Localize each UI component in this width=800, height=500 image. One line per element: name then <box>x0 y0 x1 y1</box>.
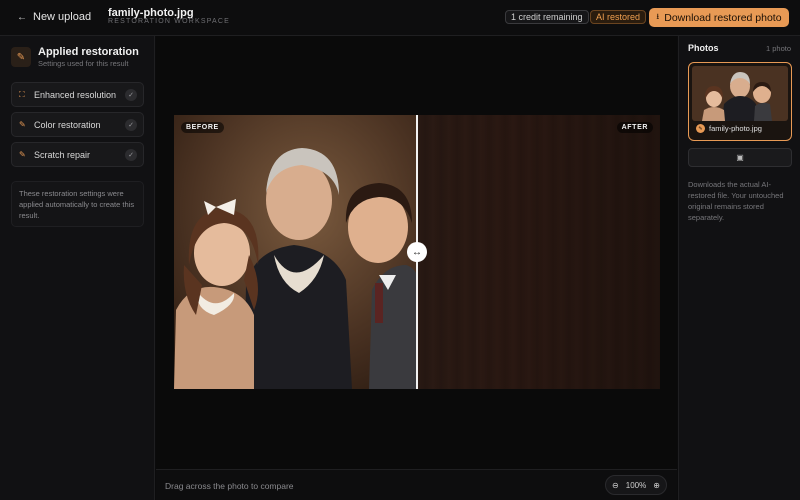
settings-note: These restoration settings were applied … <box>11 181 144 227</box>
repair-wand-icon: ✎ <box>19 150 26 159</box>
download-icon: ⭳ <box>656 11 660 21</box>
arrows-horizontal-icon: ↔ <box>412 246 422 258</box>
photos-title: Photos <box>688 43 719 53</box>
before-after-photo[interactable]: BEFORE AFTER ↔ <box>174 115 660 389</box>
image-action-button[interactable]: ▣ <box>688 148 792 167</box>
restoration-sidebar: ✎ Applied restoration Settings used for … <box>0 36 155 500</box>
setting-scratch-repair: ✎ Scratch repair ✓ <box>11 142 144 167</box>
check-icon: ✓ <box>125 118 137 131</box>
restored-dot-icon: ✎ <box>696 124 705 133</box>
workspace-label: RESTORATION WORKSPACE <box>108 18 231 25</box>
zoom-in-icon[interactable]: ⊕ <box>653 481 660 490</box>
check-icon: ✓ <box>125 148 137 161</box>
download-restored-button[interactable]: ⭳ Download restored photo <box>649 8 789 27</box>
photo-thumbnail-card[interactable]: ✎ family-photo.jpg <box>688 62 792 141</box>
compare-viewer: BEFORE AFTER ↔ <box>156 36 677 469</box>
color-wand-icon: ✎ <box>19 120 26 129</box>
arrow-left-icon: ← <box>17 11 27 23</box>
setting-color-restoration: ✎ Color restoration ✓ <box>11 112 144 137</box>
before-image <box>174 115 417 389</box>
compare-hint: Drag across the photo to compare <box>165 481 294 491</box>
compare-handle[interactable]: ↔ <box>407 242 427 262</box>
setting-label: Enhanced resolution <box>34 89 117 100</box>
new-upload-button[interactable]: ← New upload <box>17 11 91 23</box>
setting-enhanced-resolution: ⛶ Enhanced resolution ✓ <box>11 82 144 107</box>
before-label: BEFORE <box>181 122 224 133</box>
magic-wand-icon: ✎ <box>11 47 31 67</box>
setting-label: Scratch repair <box>34 149 91 160</box>
setting-label: Color restoration <box>34 119 101 130</box>
applied-restoration-subtitle: Settings used for this result <box>38 59 129 68</box>
thumbnail-filename: family-photo.jpg <box>709 124 762 133</box>
photos-count: 1 photo <box>765 44 791 53</box>
after-image <box>417 115 660 389</box>
image-icon: ▣ <box>736 153 744 162</box>
photo-thumbnail <box>692 66 788 121</box>
ai-restored-badge: AI restored <box>590 10 647 24</box>
viewer-footer: Drag across the photo to compare ⊖ 100% … <box>156 469 677 500</box>
photos-sidebar: Photos 1 photo ✎ family-photo.jpg ▣ Down… <box>678 36 800 500</box>
top-bar: ← New upload family-photo.jpg RESTORATIO… <box>0 0 800 36</box>
zoom-control: ⊖ 100% ⊕ <box>605 475 667 495</box>
credits-badge: 1 credit remaining <box>505 10 589 24</box>
check-icon: ✓ <box>125 88 137 101</box>
resolution-icon: ⛶ <box>19 89 25 99</box>
zoom-out-icon[interactable]: ⊖ <box>612 481 619 490</box>
new-upload-label: New upload <box>33 11 92 23</box>
download-note: Downloads the actual AI-restored file. Y… <box>688 180 784 222</box>
family-portrait-image <box>174 115 417 389</box>
after-label: AFTER <box>616 122 653 133</box>
applied-restoration-title: Applied restoration <box>38 46 139 58</box>
zoom-level: 100% <box>625 480 647 490</box>
download-label: Download restored photo <box>664 11 782 24</box>
